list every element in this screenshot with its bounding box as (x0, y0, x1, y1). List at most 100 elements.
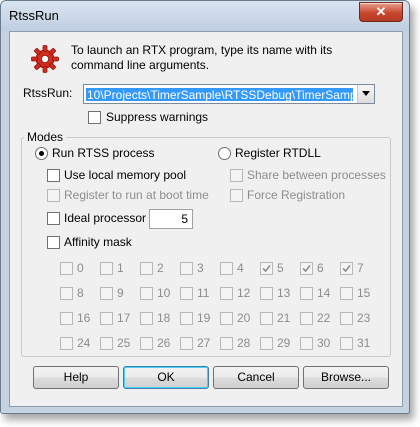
affinity-cpu-label: 4 (237, 261, 244, 275)
affinity-cpu-checkbox[interactable] (300, 287, 313, 300)
affinity-cpu-label: 9 (117, 286, 124, 300)
affinity-cpu-checkbox[interactable] (60, 262, 73, 275)
affinity-cpu-checkbox[interactable] (220, 287, 233, 300)
affinity-cpu-checkbox[interactable] (260, 287, 273, 300)
window-title: RtssRun (9, 8, 59, 23)
intro-text: To launch an RTX program, type its name … (71, 43, 333, 72)
affinity-cpu-checkbox[interactable] (60, 337, 73, 350)
gear-icon (31, 45, 59, 73)
affinity-cpu-label: 31 (357, 336, 371, 350)
rtssrun-dialog: RtssRun ✕ To launch an RTX program, type… (0, 0, 410, 414)
affinity-cpu-label: 15 (357, 286, 371, 300)
affinity-cpu-checkbox[interactable] (100, 337, 113, 350)
rtssrun-combobox[interactable]: 10\Projects\TimerSample\RTSSDebug\TimerS… (83, 84, 375, 104)
affinity-cpu-label: 13 (277, 286, 291, 300)
affinity-cpu-label: 0 (77, 261, 84, 275)
affinity-cpu-label: 1 (117, 261, 124, 275)
ideal-processor-label: Ideal processor (64, 211, 147, 225)
affinity-cpu-checkbox[interactable] (140, 262, 153, 275)
dialog-client: To launch an RTX program, type its name … (9, 31, 403, 407)
suppress-warnings-label: Suppress warnings (106, 110, 209, 124)
use-local-memory-pool-checkbox[interactable] (47, 169, 60, 182)
ideal-processor-checkbox[interactable] (47, 212, 60, 225)
affinity-cpu-checkbox[interactable] (300, 262, 313, 275)
affinity-mask-checkbox[interactable] (47, 236, 60, 249)
affinity-cpu-checkbox[interactable] (340, 312, 353, 325)
affinity-cpu-label: 23 (357, 311, 371, 325)
run-rtss-label: Run RTSS process (52, 146, 155, 160)
affinity-cpu-label: 8 (77, 286, 84, 300)
affinity-cpu-checkbox[interactable] (180, 337, 193, 350)
affinity-cpu-label: 6 (317, 261, 324, 275)
affinity-cpu-label: 2 (157, 261, 164, 275)
ideal-processor-value: 5 (181, 212, 188, 226)
help-button[interactable]: Help (33, 366, 119, 389)
affinity-cpu-label: 26 (157, 336, 171, 350)
affinity-cpu-checkbox[interactable] (140, 312, 153, 325)
affinity-cpu-label: 11 (197, 286, 210, 300)
affinity-cpu-label: 25 (117, 336, 131, 350)
share-between-processes-label: Share between processes (247, 168, 386, 182)
affinity-cpu-checkbox[interactable] (60, 287, 73, 300)
affinity-cpu-checkbox[interactable] (220, 312, 233, 325)
affinity-cpu-checkbox[interactable] (220, 337, 233, 350)
rtssrun-label: RtssRun: (23, 86, 73, 100)
register-rtdll-label: Register RTDLL (235, 146, 321, 160)
affinity-cpu-label: 27 (197, 336, 211, 350)
register-boot-label: Register to run at boot time (64, 188, 209, 202)
affinity-cpu-label: 14 (317, 286, 331, 300)
affinity-cpu-checkbox[interactable] (100, 287, 113, 300)
affinity-mask-label: Affinity mask (64, 235, 132, 249)
close-button[interactable]: ✕ (359, 2, 403, 22)
affinity-cpu-label: 29 (277, 336, 291, 350)
modes-label: Modes (24, 130, 67, 144)
affinity-cpu-label: 18 (157, 311, 171, 325)
ok-button[interactable]: OK (123, 366, 209, 389)
title-bar[interactable]: RtssRun ✕ (1, 1, 409, 31)
affinity-cpu-checkbox[interactable] (180, 312, 193, 325)
affinity-cpu-label: 30 (317, 336, 331, 350)
affinity-cpu-checkbox[interactable] (260, 337, 273, 350)
affinity-cpu-label: 21 (277, 311, 291, 325)
register-rtdll-radio[interactable] (218, 147, 231, 160)
affinity-cpu-label: 28 (237, 336, 251, 350)
affinity-cpu-label: 17 (117, 311, 131, 325)
affinity-cpu-label: 10 (157, 286, 171, 300)
cancel-button[interactable]: Cancel (213, 366, 299, 389)
ideal-processor-input[interactable]: 5 (149, 209, 193, 229)
browse-button[interactable]: Browse... (303, 366, 389, 389)
rtssrun-input[interactable]: 10\Projects\TimerSample\RTSSDebug\TimerS… (86, 88, 353, 101)
affinity-cpu-checkbox[interactable] (100, 312, 113, 325)
force-registration-checkbox[interactable] (230, 189, 243, 202)
affinity-cpu-label: 7 (357, 261, 364, 275)
suppress-warnings-checkbox[interactable] (88, 111, 101, 124)
affinity-cpu-checkbox[interactable] (100, 262, 113, 275)
affinity-cpu-checkbox[interactable] (140, 287, 153, 300)
affinity-cpu-checkbox[interactable] (220, 262, 233, 275)
affinity-cpu-label: 24 (77, 336, 91, 350)
affinity-cpu-checkbox[interactable] (60, 312, 73, 325)
register-boot-checkbox[interactable] (47, 189, 60, 202)
dropdown-button[interactable] (357, 85, 374, 103)
affinity-cpu-checkbox[interactable] (260, 312, 273, 325)
affinity-cpu-checkbox[interactable] (340, 337, 353, 350)
affinity-cpu-checkbox[interactable] (180, 262, 193, 275)
affinity-cpu-label: 5 (277, 261, 284, 275)
use-local-memory-pool-label: Use local memory pool (64, 168, 187, 182)
affinity-cpu-checkbox[interactable] (260, 262, 273, 275)
affinity-cpu-checkbox[interactable] (340, 262, 353, 275)
affinity-cpu-checkbox[interactable] (180, 287, 193, 300)
close-icon: ✕ (375, 4, 387, 19)
affinity-cpu-label: 16 (77, 311, 91, 325)
affinity-cpu-checkbox[interactable] (340, 287, 353, 300)
chevron-down-icon (362, 91, 370, 96)
affinity-cpu-label: 22 (317, 311, 331, 325)
affinity-cpu-checkbox[interactable] (140, 337, 153, 350)
affinity-cpu-checkbox[interactable] (300, 337, 313, 350)
affinity-cpu-label: 20 (237, 311, 251, 325)
run-rtss-radio[interactable] (35, 147, 48, 160)
affinity-cpu-label: 12 (237, 286, 251, 300)
affinity-cpu-checkbox[interactable] (300, 312, 313, 325)
share-between-processes-checkbox[interactable] (230, 169, 243, 182)
force-registration-label: Force Registration (247, 188, 346, 202)
